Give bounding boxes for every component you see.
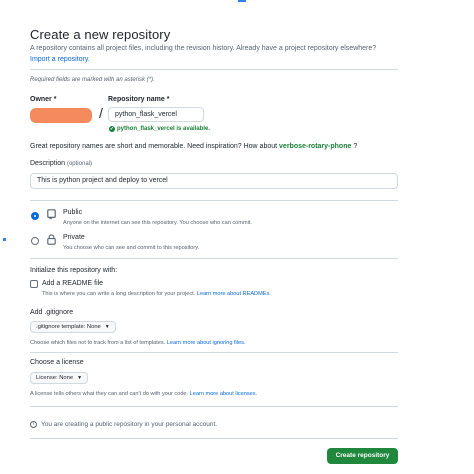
- suggested-name-link[interactable]: verbose-rotary-phone: [279, 143, 351, 150]
- lock-icon: [47, 234, 56, 245]
- repo-public-icon: [47, 209, 56, 220]
- caret-down-icon: ▼: [77, 375, 83, 381]
- license-dropdown[interactable]: License: None ▼: [30, 372, 89, 384]
- divider: [30, 258, 398, 259]
- repo-name-label: Repository name *: [108, 96, 170, 103]
- gitignore-dropdown-label: .gitignore template: None: [36, 324, 101, 330]
- license-hint-text: A license tells others what they can and…: [30, 391, 189, 397]
- license-title: Choose a license: [30, 359, 84, 366]
- divider: [30, 352, 398, 353]
- note-text: You are creating a public repository in …: [41, 421, 218, 428]
- name-suggestion: Great repository names are short and mem…: [30, 143, 357, 150]
- public-label: Public: [63, 209, 83, 216]
- gitignore-title: Add .gitignore: [30, 309, 74, 316]
- divider: [30, 69, 398, 70]
- add-readme-checkbox[interactable]: [30, 280, 38, 288]
- divider: [30, 406, 398, 407]
- import-repository-link[interactable]: Import a repository.: [30, 56, 90, 63]
- gitignore-hint-text: Choose which files not to track from a l…: [30, 340, 166, 346]
- license-hint: A license tells others what they can and…: [30, 391, 257, 397]
- owner-dropdown[interactable]: [30, 108, 92, 123]
- divider: [30, 438, 398, 439]
- learn-licenses-link[interactable]: Learn more about licenses.: [190, 391, 257, 397]
- public-radio[interactable]: [31, 212, 39, 220]
- divider: [30, 200, 398, 201]
- private-radio[interactable]: [31, 237, 39, 245]
- suggestion-text: Great repository names are short and mem…: [30, 143, 278, 150]
- create-repository-button[interactable]: Create repository: [327, 448, 398, 464]
- learn-ignoring-files-link[interactable]: Learn more about ignoring files.: [167, 340, 246, 346]
- description-label-text: Description: [30, 160, 66, 167]
- check-circle-icon: ✓: [109, 126, 115, 132]
- page-subtitle: A repository contains all project files,…: [30, 45, 377, 52]
- private-description: You choose who can see and commit to thi…: [63, 245, 200, 251]
- learn-readmes-link[interactable]: Learn more about READMEs.: [197, 291, 271, 297]
- availability-text: python_flask_vercel is available.: [117, 126, 211, 132]
- optional-tag: (optional): [66, 161, 92, 167]
- required-note: Required fields are marked with an aster…: [30, 77, 155, 83]
- description-label: Description (optional): [30, 160, 92, 167]
- caret-down-icon: ▼: [104, 324, 110, 330]
- initialize-title: Initialize this repository with:: [30, 267, 118, 274]
- page-title: Create a new repository: [30, 27, 171, 42]
- owner-repo-separator: /: [99, 105, 103, 121]
- gitignore-hint: Choose which files not to track from a l…: [30, 340, 245, 346]
- info-icon: i: [30, 421, 37, 428]
- private-label: Private: [63, 234, 85, 241]
- top-bar: [0, 0, 474, 4]
- description-input[interactable]: This is python project and deploy to ver…: [30, 173, 398, 189]
- owner-label: Owner *: [30, 96, 57, 103]
- add-readme-label: Add a README file: [42, 280, 104, 287]
- license-dropdown-label: License: None: [36, 375, 74, 381]
- repo-name-input[interactable]: python_flask_vercel: [108, 107, 204, 122]
- suggestion-suffix: ?: [353, 143, 358, 150]
- readme-hint-text: This is where you can write a long descr…: [42, 291, 196, 297]
- public-description: Anyone on the internet can see this repo…: [63, 220, 252, 226]
- gitignore-template-dropdown[interactable]: .gitignore template: None ▼: [30, 321, 116, 333]
- top-accent: [238, 0, 246, 2]
- left-marker: [3, 238, 6, 241]
- public-account-note: i You are creating a public repository i…: [30, 421, 217, 428]
- readme-hint: This is where you can write a long descr…: [42, 291, 271, 297]
- availability-status: ✓ python_flask_vercel is available.: [109, 126, 210, 132]
